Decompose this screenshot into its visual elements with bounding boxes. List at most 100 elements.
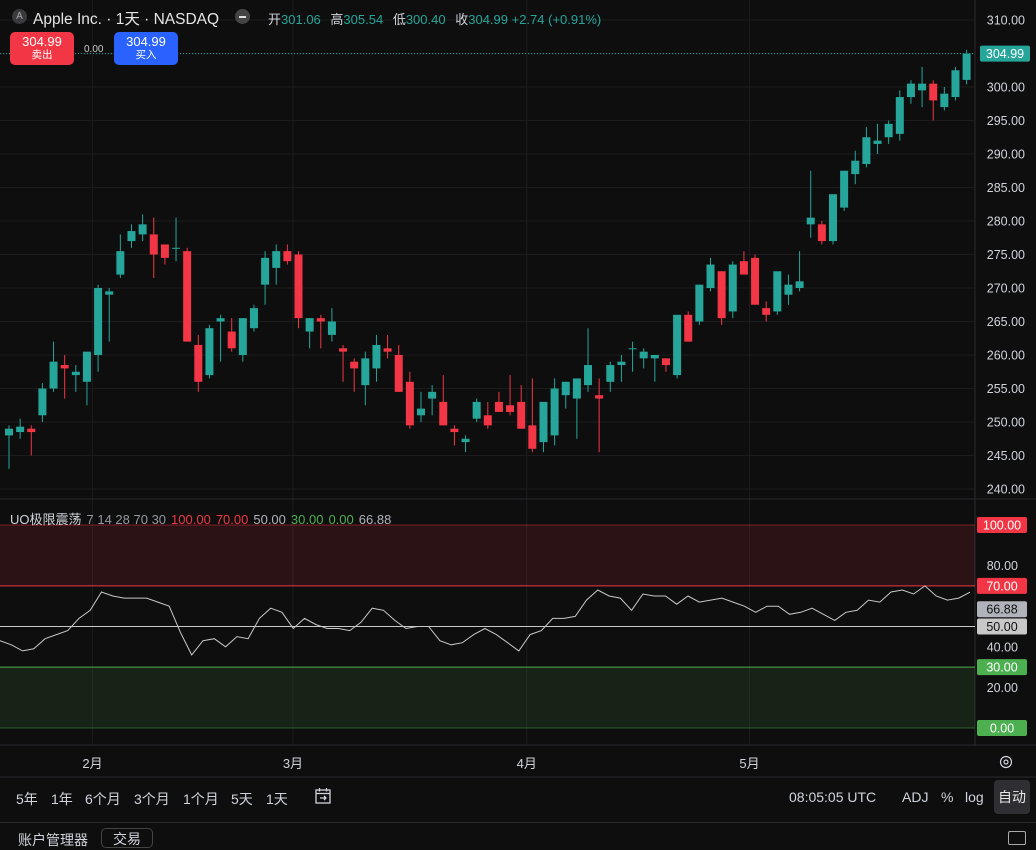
price-tick-label: 310.00 [987,14,1025,28]
indicator-legend[interactable]: UO极限震荡 7 14 28 70 30 100.00 70.00 50.00 30.00… [10,509,396,528]
candle-body [82,351,91,382]
collapse-legend-icon[interactable] [235,9,250,24]
range-5d-button[interactable]: 5天 [231,789,253,809]
candle-body [884,123,893,138]
candle-body [5,428,13,436]
candle-body [160,244,169,258]
close-label: 收 [455,12,469,27]
indicator-param: 7 14 28 70 30 [86,512,167,527]
price-tick-label: 300.00 [987,81,1025,95]
candle-body [149,234,158,255]
gear-hub [1003,759,1009,765]
indicator-param: 70.00 [215,512,249,527]
candle-body [906,83,915,98]
time-tick-label: 2月 [82,756,102,771]
price-tick-label: 250.00 [987,416,1025,430]
indicator-param: 66.88 [358,512,392,527]
go-to-date-icon[interactable] [314,787,332,805]
price-tick-label: 285.00 [987,181,1025,195]
candle-body [49,361,58,389]
symbol-title[interactable]: Apple Inc. · 1天 · NASDAQ [33,7,219,29]
candle-body [372,344,381,369]
candle-body [673,314,682,376]
candle-body [305,318,314,332]
candle-body [60,365,69,369]
candle-body [695,284,704,322]
candle-body [918,83,927,91]
candle-body [717,271,726,319]
candle-body [494,401,503,412]
indicator-name: UO极限震荡 [10,512,82,527]
candle-body [795,281,804,288]
candle-body [940,93,949,108]
chart-canvas[interactable]: 240.00 245.00 250.00 255.00 260.00 265.00 270.… [0,0,1036,840]
level-50-label: 50.00 [986,620,1017,634]
account-manager-tab[interactable]: 账户管理器 [18,830,88,850]
time-tick-label: 4月 [517,756,537,771]
candle-body [127,231,136,242]
trade-tab[interactable]: 交易 [101,828,153,848]
candle-body [272,251,281,268]
candle-body [561,381,570,396]
candle-body [194,344,203,382]
candle-body [762,308,771,315]
sell-button[interactable]: 304.99 卖出 [10,32,74,65]
symbol-logo-icon: A [12,9,27,24]
auto-scale-toggle[interactable]: 自动 [994,780,1030,814]
maximize-panel-icon[interactable] [1008,831,1026,845]
adj-toggle[interactable]: ADJ [902,789,928,805]
indicator-param: 30.00 [290,512,324,527]
candle-body [862,137,871,165]
candle-body [238,318,247,355]
sell-label: 卖出 [31,49,53,61]
price-tick-label: 280.00 [987,215,1025,229]
candle-body [929,83,938,101]
candle-body [528,425,537,449]
candle-body [817,224,826,242]
level-70-label: 70.00 [986,579,1017,593]
range-1y-button[interactable]: 1年 [51,789,73,809]
chart-root[interactable]: 240.00 245.00 250.00 255.00 260.00 265.00 270.… [0,0,1036,840]
log-toggle[interactable]: log [965,789,984,805]
candle-body [851,160,860,175]
candle-body [728,264,737,312]
high-label: 高 [330,12,344,27]
candle-body [539,401,548,443]
candle-body [650,355,659,359]
candle-body [116,251,125,275]
range-5y-button[interactable]: 5年 [16,789,38,809]
clock-time[interactable]: 08:05:05 UTC [789,789,876,805]
chart-header: A Apple Inc. · 1天 · NASDAQ 开301.06 高305.… [0,0,975,34]
range-1m-button[interactable]: 1个月 [183,789,219,809]
candle-body [261,257,270,285]
candle-body [138,224,147,235]
candle-body [962,53,971,80]
level-100-label: 100.00 [983,519,1021,533]
ohlc-legend: 开301.06 高305.54 低300.40 收304.99 +2.74 (+… [268,9,607,28]
candle-body [806,217,815,225]
range-1d-button[interactable]: 1天 [266,789,288,809]
buy-button[interactable]: 304.99 买入 [114,32,178,65]
bottom-panel-bar: 账户管理器 交易 [0,822,1036,848]
price-tick-label: 260.00 [987,349,1025,363]
candle-body [584,365,593,386]
candle-body [394,355,403,392]
candle-body [784,284,793,295]
candle-body [951,70,960,98]
candle-body [506,405,515,412]
open-label: 开 [268,12,282,27]
candle-body [739,261,748,275]
candle-body [16,426,25,433]
candle-body [439,401,448,426]
gear-ring [999,755,1013,769]
indicator-param: 50.00 [253,512,286,527]
range-3m-button[interactable]: 3个月 [134,789,170,809]
axis-settings-icon[interactable] [999,755,1013,769]
candle-body [895,97,904,134]
price-tick-label: 245.00 [987,449,1025,463]
percent-toggle[interactable]: % [941,789,953,805]
candle-body [405,381,414,426]
candle-body [327,321,336,335]
range-6m-button[interactable]: 6个月 [85,789,121,809]
uo-tick-label: 20.00 [987,681,1018,695]
